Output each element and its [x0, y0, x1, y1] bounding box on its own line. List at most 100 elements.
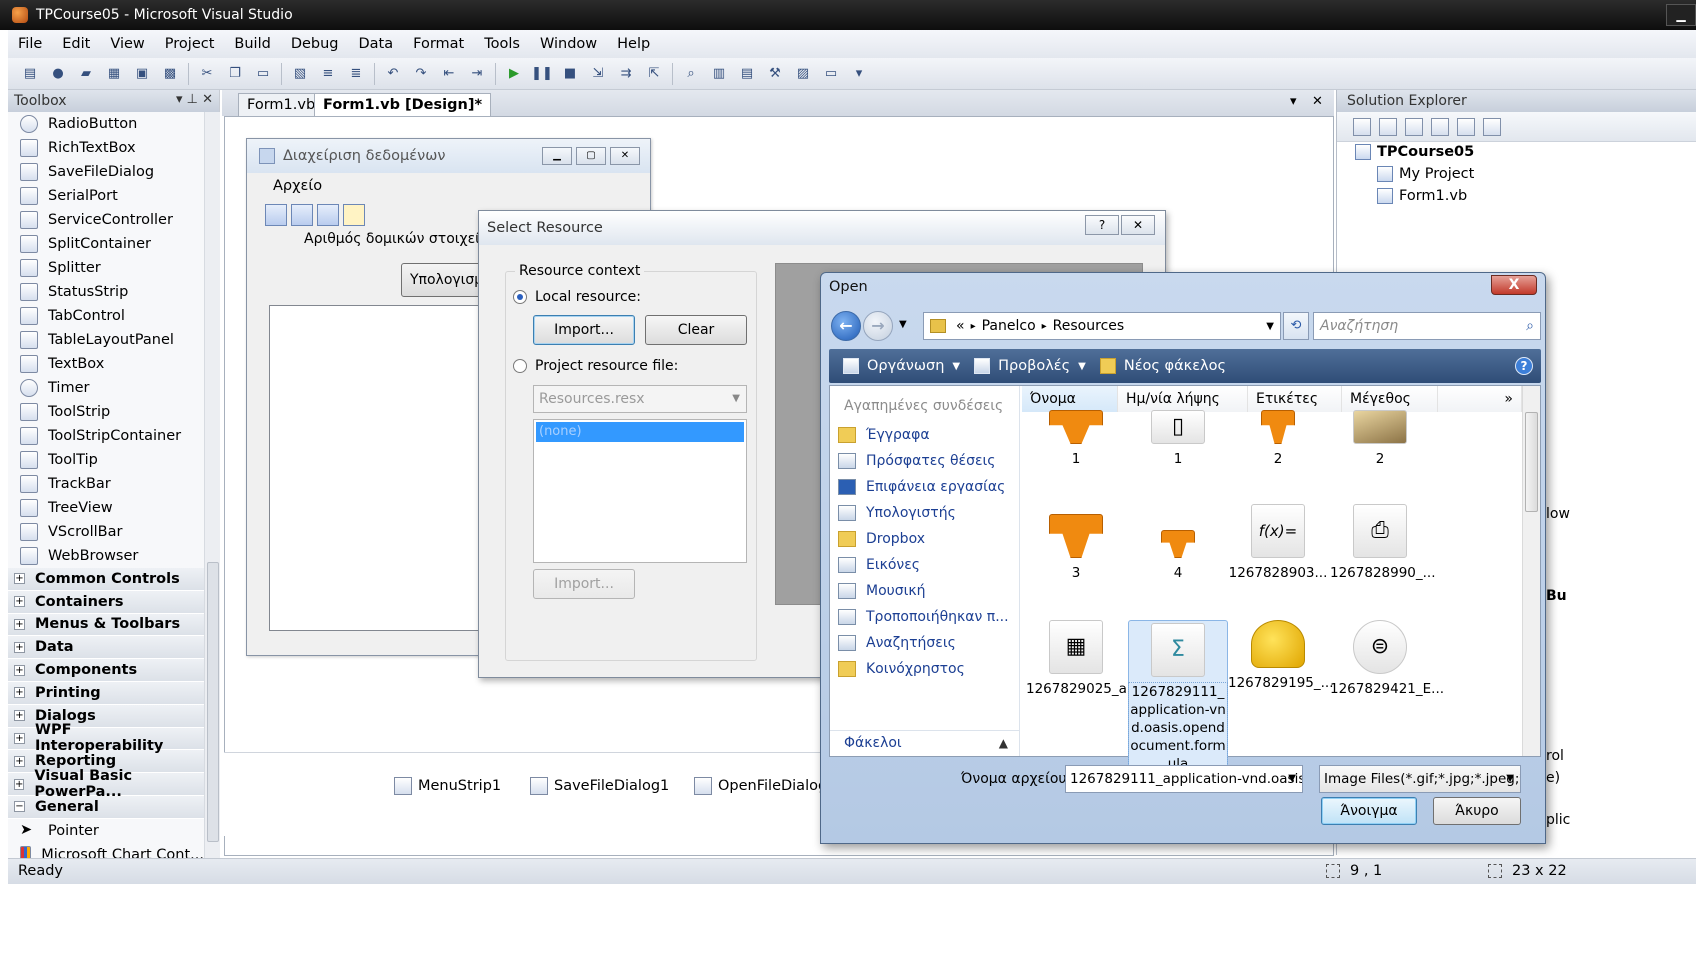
file-item[interactable]: 1: [1026, 410, 1126, 468]
menu-file[interactable]: File: [8, 36, 52, 52]
views-button[interactable]: Προβολές ▼: [974, 358, 1086, 374]
menu-project[interactable]: Project: [155, 36, 225, 52]
toolbox-scrollbar[interactable]: [204, 112, 220, 935]
toolbox-item-splitter[interactable]: Splitter: [8, 256, 204, 280]
new-folder-button[interactable]: Νέος φάκελος: [1099, 358, 1226, 374]
solution-explorer-icon[interactable]: ▥: [708, 63, 730, 85]
form-toolstrip-image-icon[interactable]: [317, 204, 339, 226]
toolbox-item-radiobutton[interactable]: RadioButton: [8, 112, 204, 136]
file-list-scrollbar[interactable]: [1522, 386, 1540, 756]
menu-edit[interactable]: Edit: [52, 36, 100, 52]
favorite-public[interactable]: Κοινόχρηστος: [838, 656, 965, 682]
forward-arrow-icon[interactable]: →: [863, 311, 893, 341]
chevron-down-icon[interactable]: ▼: [1266, 321, 1274, 332]
favorite-computer[interactable]: Υπολογιστής: [838, 500, 956, 526]
form-toolstrip-image-icon[interactable]: [265, 204, 287, 226]
toolbox-item-tooltip[interactable]: ToolTip: [8, 448, 204, 472]
column-more[interactable]: »: [1438, 386, 1522, 412]
add-new-item-icon[interactable]: ▦: [103, 63, 125, 85]
breadcrumb-panelco[interactable]: Panelco: [982, 318, 1036, 334]
show-all-files-icon[interactable]: [1379, 117, 1397, 136]
file-item[interactable]: f(x)= 1267828903...: [1228, 504, 1328, 582]
help-button[interactable]: ?: [1085, 215, 1119, 235]
column-size[interactable]: Μέγεθος: [1342, 386, 1438, 412]
paste-icon[interactable]: ▭: [252, 63, 274, 85]
step-into-icon[interactable]: ⇲: [587, 63, 609, 85]
object-browser-icon[interactable]: ▨: [792, 63, 814, 85]
chevron-down-icon[interactable]: ▼: [1506, 766, 1514, 792]
recent-pages-dropdown[interactable]: ▼: [899, 319, 907, 330]
breadcrumb-resources[interactable]: Resources: [1053, 318, 1125, 334]
favorite-documents[interactable]: Έγγραφα: [838, 422, 930, 448]
file-type-filter[interactable]: Image Files(*.gif;*.jpg;*.jpeg;*.b ▼: [1319, 765, 1521, 793]
cancel-button[interactable]: Άκυρο: [1433, 797, 1521, 825]
toolbox-item-trackbar[interactable]: TrackBar: [8, 472, 204, 496]
favorite-searches[interactable]: Αναζητήσεις: [838, 630, 956, 656]
start-page-icon[interactable]: ▭: [820, 63, 842, 85]
form-listbox[interactable]: [269, 305, 489, 631]
toolbox-item-statusstrip[interactable]: StatusStrip: [8, 280, 204, 304]
toolbox-item-vscrollbar[interactable]: VScrollBar: [8, 520, 204, 544]
step-out-icon[interactable]: ⇱: [643, 63, 665, 85]
comment-icon[interactable]: ≡: [317, 63, 339, 85]
close-button[interactable]: X: [1491, 275, 1537, 295]
toolbox-item-toolstripcontainer[interactable]: ToolStripContainer: [8, 424, 204, 448]
file-item[interactable]: 3: [1026, 514, 1126, 582]
list-item[interactable]: (none): [536, 422, 744, 442]
class-diagram-icon[interactable]: [1483, 117, 1501, 136]
tree-my-project[interactable]: My Project: [1377, 166, 1474, 182]
import-button[interactable]: Import...: [533, 315, 635, 345]
column-tags[interactable]: Ετικέτες: [1248, 386, 1342, 412]
save-all-icon[interactable]: ▩: [159, 63, 181, 85]
menu-format[interactable]: Format: [403, 36, 474, 52]
new-project-icon[interactable]: ▤: [19, 63, 41, 85]
tree-project[interactable]: TPCourse05: [1355, 144, 1474, 160]
file-item[interactable]: ▯ 1: [1128, 410, 1228, 468]
favorite-music[interactable]: Μουσική: [838, 578, 925, 604]
start-debugging-icon[interactable]: ▶: [503, 63, 525, 85]
menu-debug[interactable]: Debug: [281, 36, 349, 52]
toolbox-item-toolstrip[interactable]: ToolStrip: [8, 400, 204, 424]
file-item-selected[interactable]: Σ 1267829111_application-vnd.oasis.opendo…: [1128, 620, 1228, 776]
menu-view[interactable]: View: [100, 36, 154, 52]
tab-list-dropdown[interactable]: ▾: [1290, 94, 1297, 109]
save-icon[interactable]: ▣: [131, 63, 153, 85]
open-file-icon[interactable]: ▰: [75, 63, 97, 85]
back-arrow-icon[interactable]: ←: [831, 311, 861, 341]
tree-form1[interactable]: Form1.vb: [1377, 188, 1467, 204]
navigate-back-icon[interactable]: ⇤: [438, 63, 460, 85]
toolbox-group-wpf-interoperability[interactable]: + WPF Interoperability: [8, 722, 204, 754]
breadcrumb-back[interactable]: «: [956, 318, 965, 334]
resource-list[interactable]: (none): [533, 419, 747, 563]
clear-button[interactable]: Clear: [645, 315, 747, 345]
project-resource-radio[interactable]: Project resource file:: [513, 358, 678, 374]
favorite-pictures[interactable]: Εικόνες: [838, 552, 920, 578]
file-item[interactable]: 1267829195_...: [1228, 620, 1334, 692]
minimize-button[interactable]: ▁: [1666, 4, 1696, 26]
file-item[interactable]: 2: [1228, 410, 1328, 468]
toolbox-item-splitcontainer[interactable]: SplitContainer: [8, 232, 204, 256]
navigate-forward-icon[interactable]: ⇥: [466, 63, 488, 85]
menu-window[interactable]: Window: [530, 36, 607, 52]
search-input[interactable]: Αναζήτηση ⌕: [1313, 312, 1541, 340]
toolbox-item-savefiledialog[interactable]: SaveFileDialog: [8, 160, 204, 184]
menu-tools[interactable]: Tools: [474, 36, 530, 52]
find-icon[interactable]: ▧: [289, 63, 311, 85]
column-name[interactable]: Όνομα: [1022, 386, 1118, 412]
search-icon[interactable]: ⌕: [1526, 313, 1534, 339]
favorite-desktop[interactable]: Επιφάνεια εργασίας: [838, 474, 1005, 500]
organize-button[interactable]: Οργάνωση ▼: [843, 358, 960, 374]
form-label[interactable]: Αριθμός δομικών στοιχείων: [304, 231, 499, 247]
view-designer-icon[interactable]: [1457, 117, 1475, 136]
toolbox-item-timer[interactable]: Timer: [8, 376, 204, 400]
toolbox-group-containers[interactable]: + Containers: [8, 590, 204, 614]
pause-icon[interactable]: ❚❚: [531, 63, 553, 85]
favorite-recent-places[interactable]: Πρόσφατες θέσεις: [838, 448, 996, 474]
form-toolstrip[interactable]: [261, 201, 391, 229]
file-item[interactable]: ⎙ 1267828990_...: [1330, 504, 1436, 582]
tray-openfiledialog1[interactable]: OpenFileDialog1: [694, 777, 836, 795]
toolbox-item-tabcontrol[interactable]: TabControl: [8, 304, 204, 328]
file-item[interactable]: ⊜ 1267829421_E...: [1330, 620, 1444, 698]
toolbox-item-treeview[interactable]: TreeView: [8, 496, 204, 520]
form-menustrip[interactable]: Αρχείο: [253, 173, 643, 199]
